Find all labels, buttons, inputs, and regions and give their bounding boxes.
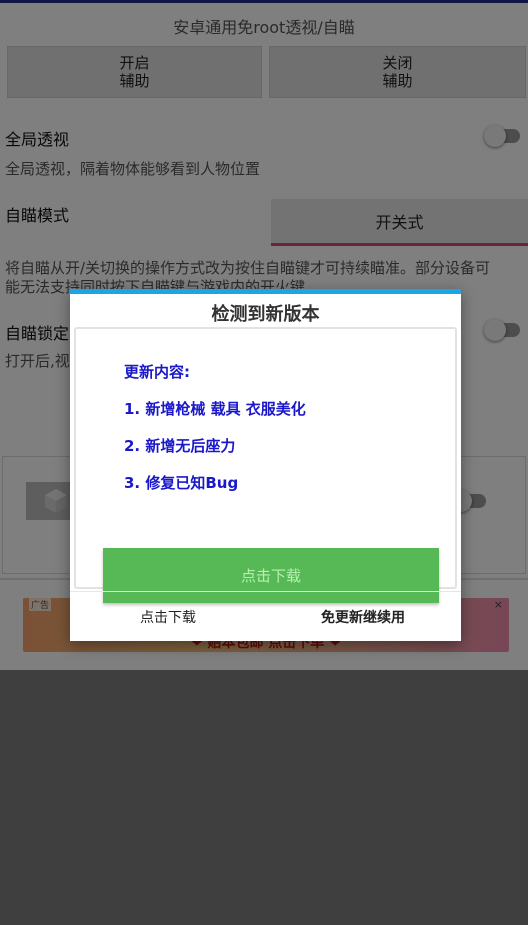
skip-update-button[interactable]: 免更新继续用 xyxy=(321,607,405,627)
dialog-accent-bar xyxy=(70,289,461,294)
update-item: 1. 新增枪械 载具 衣服美化 xyxy=(124,400,306,418)
update-dialog: 检测到新版本 更新内容: 1. 新增枪械 载具 衣服美化 2. 新增无后座力 3… xyxy=(70,289,461,641)
dialog-title: 检测到新版本 xyxy=(211,304,320,325)
footer-download-button[interactable]: 点击下载 xyxy=(140,607,196,627)
dialog-footer-divider xyxy=(70,591,461,592)
update-content-box: 更新内容: 1. 新增枪械 载具 衣服美化 2. 新增无后座力 3. 修复已知B… xyxy=(74,327,457,603)
update-item: 2. 新增无后座力 xyxy=(124,437,236,455)
download-button[interactable]: 点击下载 xyxy=(103,548,439,603)
update-heading: 更新内容: xyxy=(124,363,190,381)
update-item: 3. 修复已知Bug xyxy=(124,474,239,492)
download-button-label: 点击下载 xyxy=(240,567,301,585)
